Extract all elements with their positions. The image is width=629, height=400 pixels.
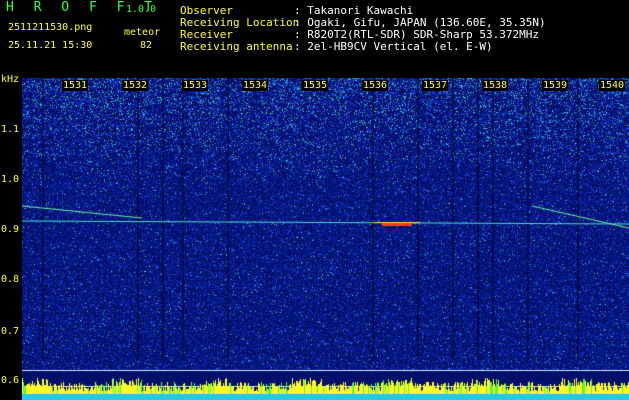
x-tick: 1539 [542, 80, 569, 91]
meteor-label: meteor [124, 27, 161, 38]
y-tick: 0.7 [1, 326, 20, 337]
x-tick: 1536 [362, 80, 389, 91]
y-tick: 0.8 [1, 274, 20, 285]
x-tick: 1533 [182, 80, 209, 91]
y-axis: kHz 1.1 1.0 0.9 0.8 0.7 0.6 [0, 72, 22, 400]
y-tick: 0.6 [1, 375, 20, 386]
x-tick: 1531 [62, 80, 89, 91]
x-tick: 1532 [122, 80, 149, 91]
antenna-value: : 2el-HB9CV Vertical (el. E-W) [294, 40, 493, 53]
date-time: 25.11.21 15:30 [8, 40, 93, 51]
file-name: 2511211530.png [8, 22, 93, 33]
y-tick: 0.9 [1, 224, 20, 235]
antenna-label: Receiving antenna [180, 40, 293, 53]
x-tick: 1537 [422, 80, 449, 91]
y-axis-unit: kHz [1, 74, 20, 85]
header-panel: H R O F F T 1.0.0 2511211530.png 25.11.2… [0, 0, 629, 72]
app-version: 1.0.0 [126, 4, 157, 15]
x-tick: 1535 [302, 80, 329, 91]
meteor-count: 82 [140, 40, 153, 51]
y-tick: 1.0 [1, 174, 20, 185]
x-tick: 1540 [599, 80, 626, 91]
x-tick: 1534 [242, 80, 269, 91]
x-tick: 1538 [482, 80, 509, 91]
y-tick: 1.1 [1, 124, 20, 135]
spectrogram-canvas [22, 78, 629, 400]
